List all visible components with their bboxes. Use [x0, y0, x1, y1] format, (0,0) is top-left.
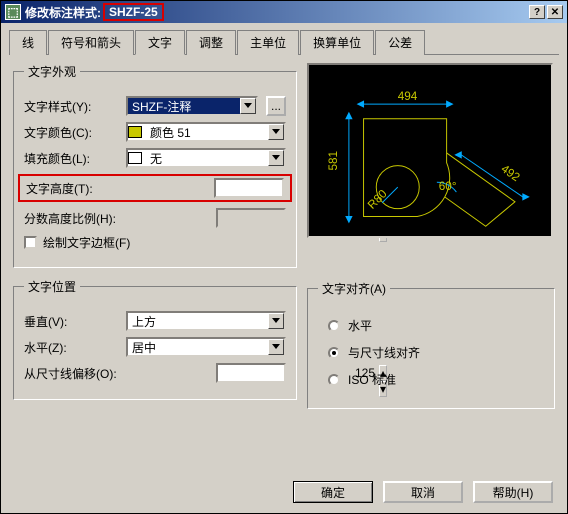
- titlebar: ⬚ 修改标注样式: SHZF-25 ? ✕: [1, 1, 567, 23]
- alignment-legend: 文字对齐(A): [318, 280, 390, 297]
- vertical-label: 垂直(V):: [24, 313, 120, 330]
- align-iso-radio[interactable]: ISO 标准: [328, 371, 544, 388]
- horizontal-combo[interactable]: 居中: [126, 337, 286, 357]
- vertical-combo[interactable]: 上方: [126, 311, 286, 331]
- chevron-down-icon[interactable]: [268, 150, 284, 166]
- app-icon: ⬚: [5, 4, 21, 20]
- help-button[interactable]: 帮助(H): [473, 481, 553, 503]
- fraction-height-spinner: ▴▾: [216, 208, 286, 228]
- dim-radius: R80: [365, 187, 390, 212]
- help-icon[interactable]: ?: [529, 5, 545, 19]
- offset-spinner[interactable]: ▴▾: [216, 363, 286, 383]
- tab-text[interactable]: 文字: [135, 30, 185, 55]
- horizontal-label: 水平(Z):: [24, 339, 120, 356]
- tab-alt-units[interactable]: 换算单位: [300, 30, 374, 55]
- text-color-label: 文字颜色(C):: [24, 124, 120, 141]
- text-color-combo[interactable]: 颜色 51: [126, 122, 286, 142]
- tab-bar: 线 符号和箭头 文字 调整 主单位 换算单位 公差: [9, 29, 559, 55]
- text-placement-group: 文字位置 垂直(V): 上方 水平(Z): 居中: [13, 278, 297, 400]
- color-swatch-icon: [128, 126, 142, 138]
- chevron-down-icon[interactable]: [268, 124, 284, 140]
- dim-diag: 492: [499, 162, 522, 184]
- offset-label: 从尺寸线偏移(O):: [24, 365, 120, 382]
- radio-icon: [328, 374, 340, 386]
- dim-angle: 60°: [439, 180, 457, 193]
- text-frame-label: 绘制文字边框(F): [43, 234, 130, 251]
- fill-color-combo[interactable]: 无: [126, 148, 286, 168]
- ok-button[interactable]: 确定: [293, 481, 373, 503]
- radio-icon: [328, 320, 340, 332]
- tab-symbols[interactable]: 符号和箭头: [48, 30, 134, 55]
- dim-top: 494: [398, 90, 418, 103]
- text-frame-checkbox[interactable]: [24, 236, 37, 249]
- chevron-down-icon[interactable]: [268, 339, 284, 355]
- dim-left: 581: [327, 151, 340, 171]
- preview-pane: 494 581 R80 60° 492: [307, 63, 553, 238]
- title-style-name: SHZF-25: [103, 3, 164, 21]
- text-height-label: 文字高度(T):: [26, 180, 122, 197]
- text-style-label: 文字样式(Y):: [24, 98, 120, 115]
- tab-fit[interactable]: 调整: [186, 30, 236, 55]
- align-dimline-radio[interactable]: 与尺寸线对齐: [328, 344, 544, 361]
- radio-icon: [328, 347, 340, 359]
- close-icon[interactable]: ✕: [547, 5, 563, 19]
- title-prefix: 修改标注样式:: [25, 4, 101, 21]
- dimension-style-dialog: ⬚ 修改标注样式: SHZF-25 ? ✕ 线 符号和箭头 文字 调整 主单位 …: [0, 0, 568, 514]
- fraction-height-label: 分数高度比例(H):: [24, 210, 120, 227]
- cancel-button[interactable]: 取消: [383, 481, 463, 503]
- text-alignment-group: 文字对齐(A) 水平 与尺寸线对齐 ISO 标准: [307, 280, 555, 409]
- text-style-combo[interactable]: SHZF-注释: [126, 96, 258, 116]
- text-style-more-button[interactable]: ...: [266, 96, 286, 116]
- chevron-down-icon[interactable]: [268, 313, 284, 329]
- fill-color-label: 填充颜色(L):: [24, 150, 120, 167]
- chevron-down-icon[interactable]: [240, 98, 256, 114]
- none-swatch-icon: [128, 152, 142, 164]
- text-appearance-group: 文字外观 文字样式(Y): SHZF-注释 ... 文字颜色(C):: [13, 63, 297, 268]
- tab-lines[interactable]: 线: [9, 30, 47, 55]
- tab-tolerances[interactable]: 公差: [375, 30, 425, 55]
- tab-primary-units[interactable]: 主单位: [237, 30, 299, 55]
- text-height-spinner[interactable]: ▴▾: [214, 178, 284, 198]
- placement-legend: 文字位置: [24, 278, 80, 295]
- appearance-legend: 文字外观: [24, 63, 80, 80]
- align-horizontal-radio[interactable]: 水平: [328, 317, 544, 334]
